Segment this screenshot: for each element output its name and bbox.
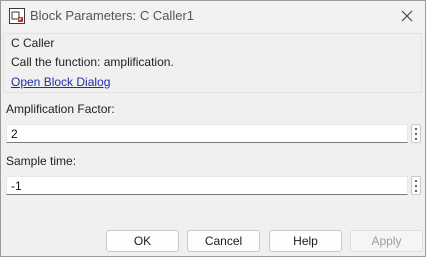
ok-button[interactable]: OK: [106, 230, 179, 252]
title-bar[interactable]: Block Parameters: C Caller1: [1, 1, 425, 31]
sample-time-menu-icon[interactable]: [411, 176, 421, 195]
block-parameters-dialog: Block Parameters: C Caller1 C Caller Cal…: [0, 0, 426, 257]
sample-time-label: Sample time:: [6, 154, 77, 168]
close-icon[interactable]: [397, 6, 417, 26]
apply-button[interactable]: Apply: [350, 230, 423, 252]
sample-time-input[interactable]: [6, 176, 408, 195]
help-button[interactable]: Help: [269, 230, 342, 252]
open-block-dialog-link[interactable]: Open Block Dialog: [11, 75, 110, 89]
amplification-factor-input[interactable]: [6, 124, 408, 143]
group-description: Call the function: amplification.: [11, 55, 174, 69]
amplification-menu-icon[interactable]: [411, 124, 421, 143]
c-caller-group: C Caller Call the function: amplificatio…: [3, 33, 422, 93]
group-title: C Caller: [11, 36, 55, 50]
cancel-button[interactable]: Cancel: [187, 230, 260, 252]
amplification-factor-label: Amplification Factor:: [6, 102, 115, 116]
window-title: Block Parameters: C Caller1: [30, 8, 194, 23]
simulink-block-icon: [9, 8, 25, 24]
